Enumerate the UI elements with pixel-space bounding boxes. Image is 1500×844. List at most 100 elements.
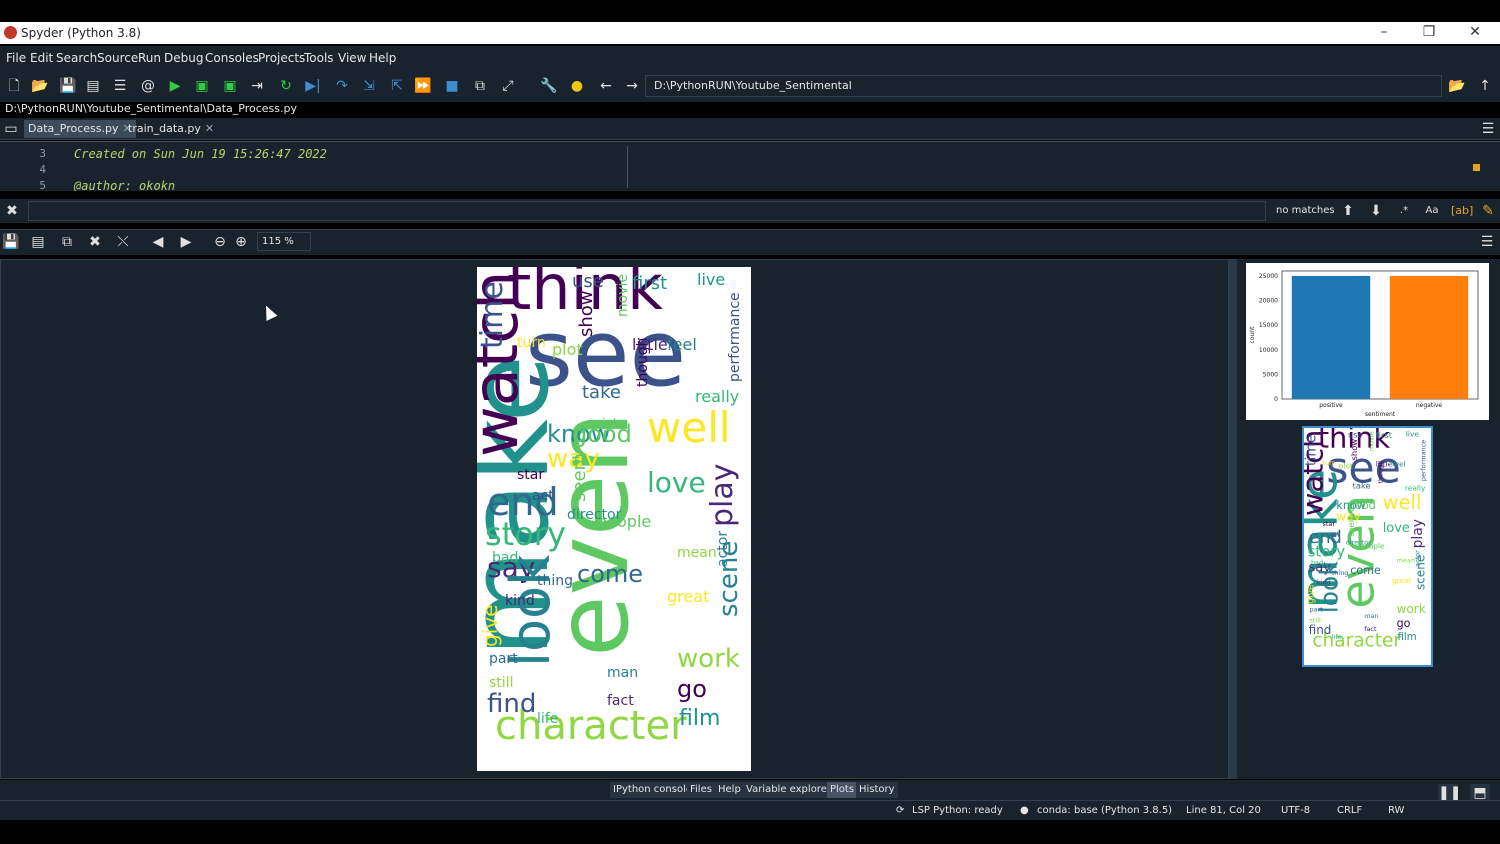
wordcloud-word: turn bbox=[517, 335, 546, 351]
tab-variable-explorer[interactable]: Variable explorer bbox=[743, 782, 834, 798]
tab-history[interactable]: History bbox=[856, 782, 898, 798]
menu-consoles[interactable]: Consoles bbox=[205, 51, 259, 65]
wordcloud-word: really bbox=[695, 387, 739, 406]
back-arrow-icon[interactable]: ← bbox=[597, 77, 615, 95]
zoom-out-icon[interactable]: ⊖ bbox=[211, 233, 229, 251]
maximize-pane-icon[interactable]: ⧉ bbox=[471, 77, 489, 95]
editor-file-path: D:\PythonRUN\Youtube_Sentimental\Data_Pr… bbox=[5, 102, 297, 115]
line-number: 4 bbox=[39, 163, 46, 176]
fullscreen-icon[interactable]: ⤢ bbox=[499, 77, 517, 95]
wordcloud-word: life bbox=[1332, 633, 1342, 641]
wordcloud-word: show bbox=[1349, 439, 1359, 461]
forward-arrow-icon[interactable]: → bbox=[623, 77, 641, 95]
continue-icon[interactable]: ⏩ bbox=[414, 77, 432, 95]
code-line: Created on Sun Jun 19 15:26:47 2022 bbox=[74, 147, 327, 161]
wordcloud-word: love bbox=[647, 466, 706, 499]
at-icon[interactable]: @ bbox=[139, 77, 157, 95]
tab-plots[interactable]: Plots bbox=[827, 782, 858, 798]
wordcloud-word: really bbox=[1405, 484, 1426, 493]
browse-folder-icon[interactable]: 📂 bbox=[1448, 77, 1466, 95]
wordcloud-word: kind bbox=[505, 593, 535, 609]
zoom-in-icon[interactable]: ⊕ bbox=[232, 233, 250, 251]
menu-debug[interactable]: Debug bbox=[164, 51, 203, 65]
wordcloud-word: find bbox=[1309, 623, 1332, 637]
browse-tabs-icon[interactable]: ▭ bbox=[2, 120, 20, 138]
wordcloud-word: thing bbox=[537, 573, 573, 589]
list-icon[interactable]: ☰ bbox=[111, 77, 129, 95]
wordcloud-word: love bbox=[1383, 521, 1410, 536]
tab-label: Data_Process.py bbox=[28, 122, 119, 135]
previous-plot-icon[interactable]: ◀ bbox=[149, 233, 167, 251]
tab-files[interactable]: Files bbox=[687, 782, 715, 798]
find-input[interactable] bbox=[28, 201, 1266, 221]
wordcloud-word: great bbox=[667, 587, 709, 606]
wordcloud-word: find bbox=[487, 689, 536, 719]
run-cell-icon[interactable]: ▣ bbox=[193, 77, 211, 95]
bar-positive bbox=[1291, 275, 1371, 399]
remove-all-plots-icon[interactable]: ⤬ bbox=[114, 233, 132, 251]
save-all-icon[interactable]: ▤ bbox=[84, 77, 102, 95]
editor-options-icon[interactable]: ☰ bbox=[1479, 120, 1497, 138]
plots-options-icon[interactable]: ☰ bbox=[1478, 233, 1496, 251]
next-plot-icon[interactable]: ▶ bbox=[177, 233, 195, 251]
find-previous-icon[interactable]: ⬆ bbox=[1339, 202, 1357, 220]
menu-edit[interactable]: Edit bbox=[30, 51, 53, 65]
step-into-icon[interactable]: ⇲ bbox=[360, 77, 378, 95]
copy-plot-icon[interactable]: ⧉ bbox=[58, 233, 76, 251]
menu-search[interactable]: Search bbox=[56, 51, 97, 65]
tab-ipython-console[interactable]: IPython console bbox=[610, 782, 696, 798]
close-button[interactable]: ✕ bbox=[1452, 22, 1498, 44]
bar-chart-thumbnail[interactable]: 0 5000 10000 15000 20000 25000 positive negativ… bbox=[1246, 263, 1489, 420]
status-bar: ⟳ LSP Python: ready ● conda: base (Pytho… bbox=[0, 800, 1500, 820]
open-file-icon[interactable]: 📂 bbox=[31, 77, 49, 95]
wordcloud-word: well bbox=[1383, 491, 1422, 514]
code-editor[interactable]: 3 4 5 Created on Sun Jun 19 15:26:47 202… bbox=[0, 141, 1500, 191]
tab-label: train_data.py bbox=[128, 122, 201, 135]
wordcloud-word: give bbox=[478, 605, 502, 647]
run-icon[interactable]: ▶ bbox=[166, 77, 184, 95]
maximize-button[interactable]: ❐ bbox=[1406, 22, 1452, 44]
rerun-icon[interactable]: ↻ bbox=[277, 77, 295, 95]
menu-projects[interactable]: Projects bbox=[258, 51, 305, 65]
whole-word-icon[interactable]: [ab] bbox=[1451, 202, 1473, 220]
tab-help[interactable]: Help bbox=[715, 782, 744, 798]
minimize-button[interactable]: – bbox=[1361, 22, 1407, 44]
debug-icon[interactable]: ▶| bbox=[304, 77, 322, 95]
menu-file[interactable]: File bbox=[6, 51, 26, 65]
run-selection-icon[interactable]: ⇥ bbox=[248, 77, 266, 95]
remove-plot-icon[interactable]: ✖ bbox=[86, 233, 104, 251]
highlight-icon[interactable]: ✎ bbox=[1479, 202, 1497, 220]
save-all-plots-icon[interactable]: ▤ bbox=[29, 233, 47, 251]
close-find-icon[interactable]: ✖ bbox=[3, 202, 21, 220]
tab-train-data[interactable]: train_data.py ✕ bbox=[124, 120, 218, 138]
menu-tools[interactable]: Tools bbox=[304, 51, 334, 65]
plot-scrollbar[interactable] bbox=[1229, 259, 1237, 779]
tab-data-process[interactable]: Data_Process.py ✕ bbox=[24, 120, 136, 138]
wordcloud-word: still bbox=[1310, 616, 1322, 624]
y-tick-label: 10000 bbox=[1259, 347, 1278, 354]
regex-icon[interactable]: .* bbox=[1395, 202, 1413, 220]
step-return-icon[interactable]: ⇱ bbox=[388, 77, 406, 95]
code-line: @author: okokn bbox=[74, 179, 176, 191]
stop-debug-icon[interactable]: ■ bbox=[443, 77, 461, 95]
spyder-logo-icon bbox=[4, 26, 17, 39]
wordcloud-word: take bbox=[1353, 481, 1371, 491]
save-icon[interactable]: 💾 bbox=[59, 77, 77, 95]
menu-source[interactable]: Source bbox=[97, 51, 138, 65]
menu-help[interactable]: Help bbox=[369, 51, 396, 65]
working-directory-field[interactable]: D:\PythonRUN\Youtube_Sentimental bbox=[645, 75, 1442, 97]
step-icon[interactable]: ↷ bbox=[333, 77, 351, 95]
case-sensitive-button[interactable]: Aa bbox=[1423, 202, 1441, 220]
close-tab-icon[interactable]: ✕ bbox=[205, 122, 214, 135]
save-plot-icon[interactable]: 💾 bbox=[2, 233, 20, 251]
zoom-level-field[interactable]: 115 % bbox=[257, 232, 311, 251]
new-file-icon[interactable]: 🗋 bbox=[5, 77, 23, 95]
parent-dir-icon[interactable]: ↑ bbox=[1476, 77, 1494, 95]
wordcloud-thumbnail[interactable]: think see make even well end story say look chara… bbox=[1302, 426, 1433, 667]
menu-view[interactable]: View bbox=[338, 51, 366, 65]
find-next-icon[interactable]: ⬇ bbox=[1367, 202, 1385, 220]
run-cell-advance-icon[interactable]: ▣ bbox=[221, 77, 239, 95]
preferences-icon[interactable]: 🔧 bbox=[540, 77, 558, 95]
python-path-icon[interactable]: ● bbox=[568, 77, 586, 95]
menu-run[interactable]: Run bbox=[138, 51, 161, 65]
